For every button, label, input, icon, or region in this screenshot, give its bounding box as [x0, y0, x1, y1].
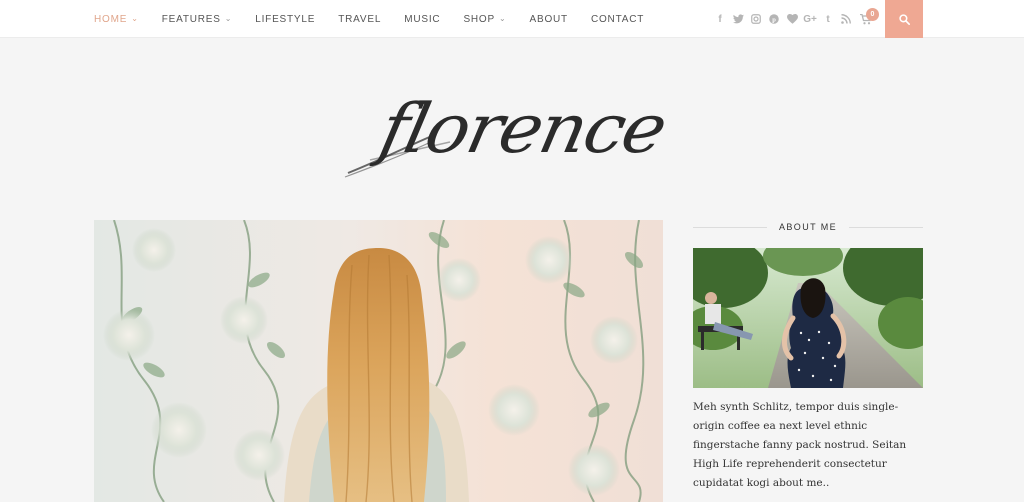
nav-item-contact[interactable]: Contact [591, 14, 644, 25]
rss-icon[interactable] [838, 11, 854, 27]
instagram-icon[interactable] [748, 11, 764, 27]
nav-item-label: Lifestyle [255, 13, 316, 25]
nav-item-travel[interactable]: Travel [338, 14, 381, 25]
tumblr-glyph: t [826, 13, 830, 25]
nav-item-label: Features [161, 13, 221, 25]
heading-divider-left [693, 226, 767, 228]
cart-count-badge: 0 [866, 8, 879, 21]
search-icon [898, 13, 910, 25]
heading-divider-right [849, 226, 924, 228]
nav-item-label: Home [94, 13, 128, 25]
chevron-down-icon: ⌄ [498, 13, 507, 23]
logo-wordmark: florence [368, 90, 672, 169]
nav-item-label: Contact [590, 13, 645, 25]
park-photo-illustration [693, 248, 923, 388]
widget-title: ABOUT ME [778, 222, 838, 232]
about-me-text: Meh synth Schlitz, tempor duis single-or… [693, 401, 907, 489]
nav-item-label: Music [404, 13, 441, 25]
nav-item-label: About [529, 13, 568, 25]
nav-item-about[interactable]: About [530, 14, 568, 25]
about-me-image[interactable] [693, 248, 923, 388]
svg-text:p: p [772, 16, 776, 23]
about-widget-heading: ABOUT ME [693, 219, 924, 235]
chevron-down-icon: ⌄ [131, 13, 139, 23]
chevron-down-icon: ⌄ [224, 13, 233, 23]
pinterest-icon[interactable]: p [766, 11, 782, 27]
main-menu: Home ⌄ Features ⌄ Lifestyle Travel Music… [94, 0, 667, 38]
nav-item-music[interactable]: Music [404, 14, 440, 25]
google-plus-glyph: G+ [803, 13, 817, 25]
nav-item-shop[interactable]: Shop ⌄ [463, 14, 506, 25]
twitter-icon[interactable] [730, 11, 746, 27]
search-button[interactable] [885, 0, 923, 38]
top-navigation-bar: Home ⌄ Features ⌄ Lifestyle Travel Music… [0, 0, 1024, 38]
bloglovin-heart-icon[interactable] [784, 11, 800, 27]
social-links: f p G+ t [712, 0, 876, 38]
facebook-icon[interactable]: f [712, 11, 728, 27]
nav-item-label: Shop [463, 13, 495, 25]
nav-item-lifestyle[interactable]: Lifestyle [255, 14, 315, 25]
site-logo[interactable]: florence [340, 80, 685, 180]
featured-photo-illustration [103, 220, 645, 502]
google-plus-icon[interactable]: G+ [802, 11, 818, 27]
nav-item-home[interactable]: Home ⌄ [94, 14, 139, 25]
nav-item-features[interactable]: Features ⌄ [162, 14, 233, 25]
featured-post-image[interactable] [94, 220, 663, 502]
nav-item-label: Travel [338, 13, 382, 25]
tumblr-icon[interactable]: t [820, 11, 836, 27]
facebook-glyph: f [718, 13, 722, 25]
